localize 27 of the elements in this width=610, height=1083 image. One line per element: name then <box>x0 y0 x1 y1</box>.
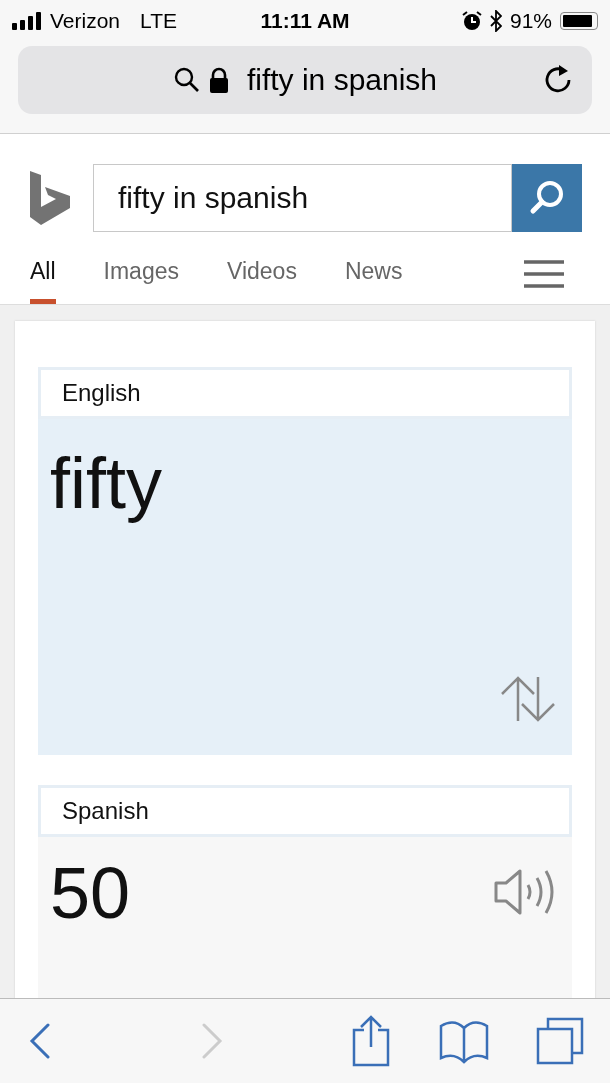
tabs-icon[interactable] <box>536 1017 584 1065</box>
battery-percent: 91% <box>510 9 552 33</box>
search-button[interactable] <box>512 164 582 232</box>
logo-icon[interactable] <box>30 171 70 225</box>
search-tab[interactable]: Videos <box>227 258 297 304</box>
translation-text: 50 <box>50 857 131 929</box>
search-tab[interactable]: News <box>344 258 403 304</box>
network-type: LTE <box>140 9 177 33</box>
alarm-clock-icon <box>462 11 482 31</box>
lock-icon <box>208 67 229 93</box>
language-selector[interactable]: Spanish <box>38 785 572 837</box>
language-selector[interactable]: English <box>38 367 572 419</box>
search-tab[interactable]: All <box>30 258 56 304</box>
share-icon[interactable] <box>351 1015 391 1067</box>
bluetooth-icon <box>490 10 502 32</box>
search-icon <box>172 66 201 94</box>
bookmarks-icon[interactable] <box>438 1018 489 1064</box>
search-tab[interactable]: Images <box>103 258 179 304</box>
battery-icon <box>560 12 598 30</box>
search-field[interactable]: fifty in spanish <box>93 164 512 232</box>
signal-icon <box>12 12 44 30</box>
menu-icon[interactable] <box>524 260 564 288</box>
clock-time: 11:11 AM <box>260 9 350 33</box>
address-bar[interactable]: fifty in spanish <box>18 46 592 114</box>
address-text: fifty in spanish <box>246 63 438 97</box>
carrier-name: Verizon <box>50 9 121 33</box>
back-icon[interactable] <box>28 1023 52 1059</box>
